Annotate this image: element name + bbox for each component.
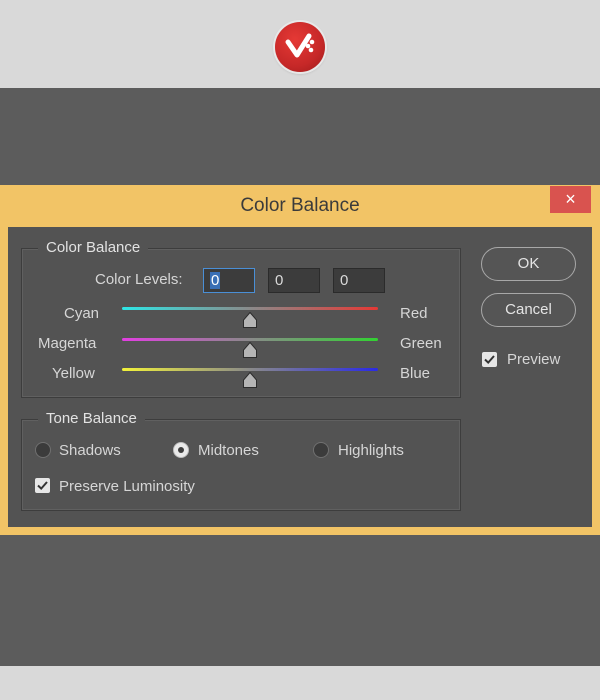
slider-left-label-cyan: Cyan (64, 305, 100, 322)
highlights-radio-label[interactable]: Highlights (338, 442, 404, 459)
cyan-red-slider-thumb[interactable] (243, 312, 257, 328)
close-button[interactable]: × (550, 186, 591, 213)
shadows-radio-label[interactable]: Shadows (59, 442, 121, 459)
color-balance-group-title: Color Balance (38, 239, 149, 256)
highlights-radio[interactable] (313, 442, 329, 458)
preview-checkbox[interactable] (482, 352, 497, 367)
brand-logo (275, 22, 325, 72)
cancel-button[interactable]: Cancel (481, 293, 576, 327)
checkmark-icon (37, 481, 48, 491)
preserve-luminosity-checkbox[interactable] (35, 478, 50, 493)
slider-right-label-green: Green (400, 335, 442, 352)
tone-balance-group-title: Tone Balance (38, 410, 145, 427)
color-level-yellow-blue-field[interactable]: 0 (333, 268, 385, 293)
preview-label[interactable]: Preview (507, 351, 560, 368)
yellow-blue-slider-track[interactable] (122, 368, 378, 371)
slider-right-label-blue: Blue (400, 365, 431, 382)
dialog-body: Color Balance Color Levels: 0 0 0 Cyan R… (8, 227, 592, 527)
slider-right-label-red: Red (400, 305, 428, 322)
bottom-band (0, 666, 600, 700)
magenta-green-slider-track[interactable] (122, 338, 378, 341)
shadows-radio[interactable] (35, 442, 51, 458)
color-level-cyan-red-field[interactable]: 0 (203, 268, 255, 293)
color-balance-dialog: Color Balance Color Balance Color Levels… (0, 185, 600, 535)
midtones-radio-label[interactable]: Midtones (198, 442, 259, 459)
dialog-title: Color Balance (240, 195, 360, 216)
color-levels-label: Color Levels: (95, 271, 183, 288)
checkmark-icon (484, 355, 495, 365)
tone-balance-group: Tone Balance Shadows Midtones Highlights… (21, 410, 461, 511)
preserve-luminosity-label[interactable]: Preserve Luminosity (59, 478, 195, 495)
yellow-blue-slider-thumb[interactable] (243, 372, 257, 388)
color-balance-group: Color Balance Color Levels: 0 0 0 Cyan R… (21, 239, 461, 398)
midtones-radio[interactable] (173, 442, 189, 458)
cyan-red-slider-track[interactable] (122, 307, 378, 310)
slider-left-label-yellow: Yellow (52, 365, 95, 382)
slider-left-label-magenta: Magenta (38, 335, 97, 352)
color-level-magenta-green-field[interactable]: 0 (268, 268, 320, 293)
ok-button[interactable]: OK (481, 247, 576, 281)
magenta-green-slider-thumb[interactable] (243, 342, 257, 358)
